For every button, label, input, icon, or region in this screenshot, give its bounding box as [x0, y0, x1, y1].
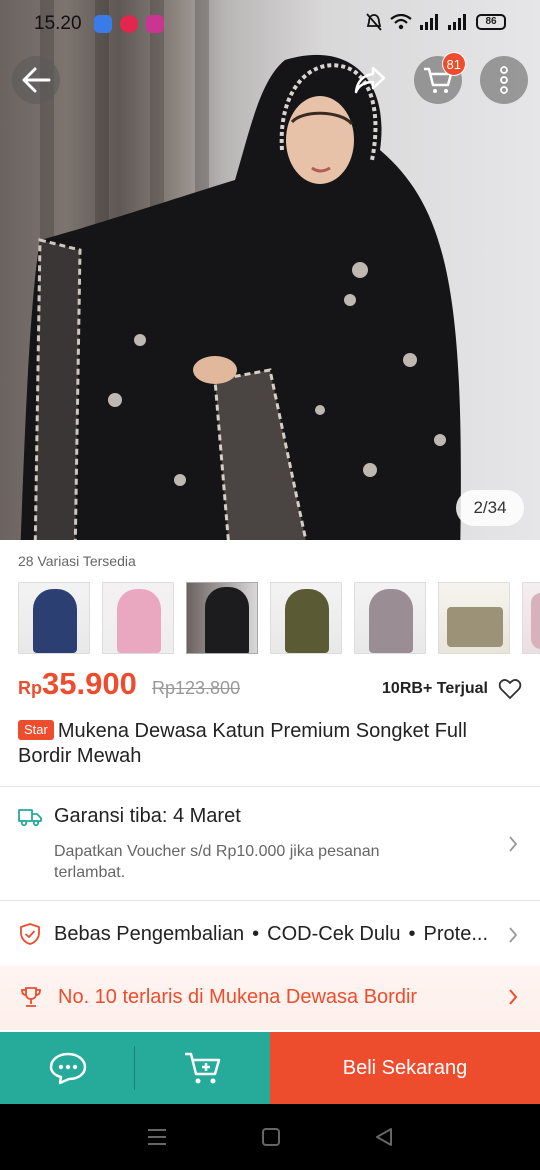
- product-title-text: Mukena Dewasa Katun Premium Songket Full…: [18, 720, 467, 767]
- product-title: Star Mukena Dewasa Katun Premium Songket …: [18, 719, 518, 769]
- app-notification-icon: [146, 15, 164, 33]
- star-badge: Star: [18, 720, 54, 740]
- divider: [0, 900, 540, 901]
- truck-icon: [18, 809, 42, 827]
- chat-button[interactable]: [0, 1032, 135, 1104]
- service-item: Bebas Pengembalian: [54, 923, 245, 945]
- variant-swatch: [117, 589, 161, 653]
- services-row[interactable]: Bebas Pengembalian • COD-Cek Dulu • Prote...: [0, 904, 540, 966]
- add-cart-icon: [184, 1052, 220, 1084]
- original-price: Rp123.800: [152, 678, 241, 698]
- variant-thumbnail[interactable]: [102, 582, 174, 654]
- variant-swatch: [447, 607, 503, 647]
- signal-icon: [420, 14, 438, 30]
- share-icon: [354, 66, 386, 94]
- separator-dot: •: [408, 923, 416, 945]
- app-notification-icon: [94, 15, 112, 33]
- price-currency: Rp: [18, 678, 42, 698]
- status-time: 15.20: [34, 13, 82, 34]
- trophy-icon: [21, 987, 41, 1007]
- chevron-right-icon: [509, 989, 518, 1005]
- price-value: 35.900: [42, 666, 137, 701]
- variant-thumbnail[interactable]: [18, 582, 90, 654]
- shipping-title: Garansi tiba: 4 Maret: [54, 805, 241, 827]
- share-button[interactable]: [346, 56, 394, 104]
- service-item: Prote...: [423, 923, 489, 945]
- service-item: COD-Cek Dulu: [267, 923, 401, 945]
- app-notification-icon: [120, 15, 138, 33]
- status-indicators: 86: [366, 13, 506, 31]
- product-image[interactable]: 15.20 86 81 2/34: [0, 0, 540, 540]
- more-options-button[interactable]: [480, 56, 528, 104]
- home-icon[interactable]: [261, 1127, 281, 1147]
- arrow-left-icon: [22, 67, 51, 93]
- wifi-icon: [390, 14, 412, 30]
- variant-thumbnail[interactable]: [186, 582, 258, 654]
- variant-swatch: [33, 589, 77, 653]
- variant-swatch: [369, 589, 413, 653]
- variant-thumbnail[interactable]: [438, 582, 510, 654]
- back-button[interactable]: [12, 56, 60, 104]
- shipping-subtitle: Dapatkan Voucher s/d Rp10.000 jika pesan…: [54, 843, 380, 881]
- status-bar: 15.20 86: [0, 0, 540, 50]
- chevron-right-icon: [509, 927, 518, 943]
- bestseller-rank-row[interactable]: No. 10 terlaris di Mukena Dewasa Bordir: [0, 966, 540, 1030]
- system-navigation-bar: [0, 1104, 540, 1170]
- mute-bell-icon: [366, 13, 382, 31]
- variant-thumbnails: [18, 582, 540, 654]
- battery-indicator: 86: [476, 14, 506, 30]
- add-to-cart-button[interactable]: [135, 1032, 270, 1104]
- cart-count-badge: 81: [441, 52, 466, 76]
- buy-now-button[interactable]: Beli Sekarang: [270, 1032, 540, 1104]
- separator-dot: •: [252, 923, 260, 945]
- variant-thumbnail[interactable]: [522, 582, 540, 654]
- variant-swatch: [285, 589, 329, 653]
- variant-thumbnail[interactable]: [354, 582, 426, 654]
- price-row: Rp35.900 Rp123.800 10RB+ Terjual: [18, 666, 522, 708]
- services-list: Bebas Pengembalian • COD-Cek Dulu • Prote...: [54, 923, 500, 946]
- variant-thumbnail[interactable]: [270, 582, 342, 654]
- variant-swatch: [205, 587, 249, 653]
- separator: [134, 1046, 135, 1090]
- current-price: Rp35.900: [18, 666, 137, 702]
- variant-swatch: [531, 593, 540, 649]
- cart-button[interactable]: 81: [414, 52, 466, 104]
- secondary-actions: [0, 1032, 270, 1104]
- model-figure: [20, 55, 461, 540]
- shield-check-icon: [20, 923, 40, 945]
- bottom-action-bar: Beli Sekarang: [0, 1032, 540, 1104]
- bestseller-rank-text: No. 10 terlaris di Mukena Dewasa Bordir: [58, 986, 418, 1008]
- heart-icon[interactable]: [498, 677, 522, 701]
- recent-apps-icon[interactable]: [146, 1128, 168, 1146]
- signal-icon: [448, 14, 466, 30]
- variants-label: 28 Variasi Tersedia: [18, 553, 136, 569]
- shipping-guarantee-row[interactable]: Garansi tiba: 4 Maret Dapatkan Voucher s…: [0, 787, 540, 900]
- back-nav-icon[interactable]: [374, 1127, 394, 1147]
- chevron-right-icon: [509, 836, 518, 852]
- chat-icon: [49, 1052, 86, 1085]
- more-vertical-icon: [500, 66, 508, 94]
- sold-count: 10RB+ Terjual: [382, 680, 488, 697]
- image-counter: 2/34: [456, 490, 524, 526]
